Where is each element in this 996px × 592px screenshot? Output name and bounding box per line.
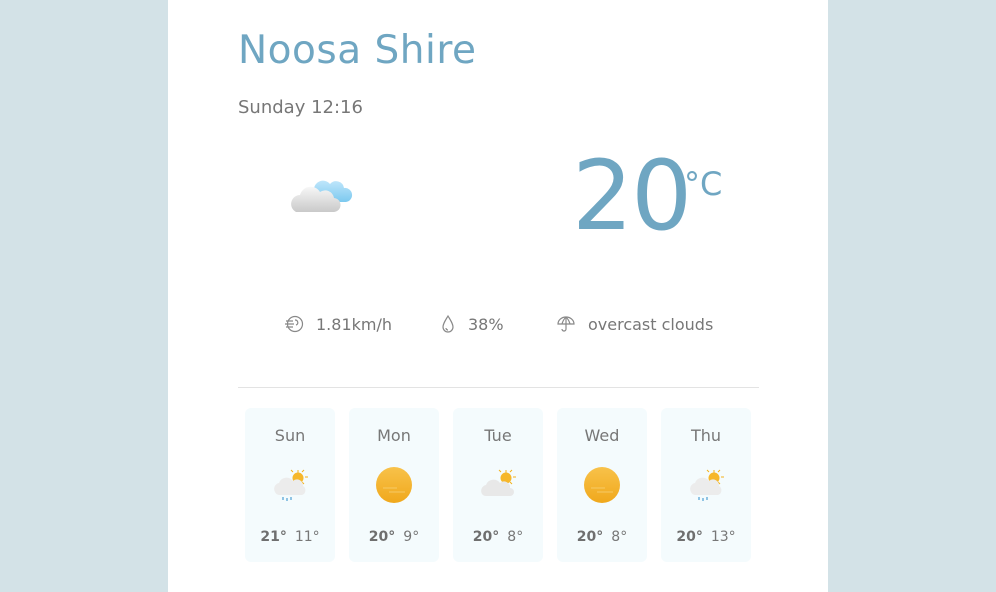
temperature-unit: °C (684, 165, 723, 203)
forecast-day-mon[interactable]: Mon 20° 9° (349, 408, 439, 562)
forecast-low: 8° (611, 529, 628, 545)
humidity-value: 38% (468, 314, 504, 334)
forecast-day-wed[interactable]: Wed 20° 8° (557, 408, 647, 562)
overcast-clouds-icon (291, 180, 353, 213)
forecast-low: 11° (294, 529, 320, 545)
forecast-day-name: Mon (377, 426, 411, 445)
humidity-stat: 38% (440, 314, 504, 334)
wind-value: 1.81km/h (316, 314, 393, 334)
forecast-temps: 20° 8° (453, 529, 543, 545)
forecast-day-tue[interactable]: Tue 20° 8° (453, 408, 543, 562)
forecast-low: 8° (507, 529, 524, 545)
forecast-high: 20° (676, 529, 703, 545)
city-name: Noosa Shire (238, 28, 477, 73)
sun-icon (376, 467, 412, 503)
forecast-low: 13° (710, 529, 736, 545)
forecast-high: 21° (260, 529, 287, 545)
forecast-day-name: Wed (584, 426, 620, 445)
wind-stat: 1.81km/h (284, 314, 392, 334)
sun-cloud-icon (481, 469, 516, 496)
divider (238, 387, 759, 388)
weather-card: Noosa Shire Sunday 12:16 20 °C 1.81km/h (168, 0, 828, 592)
forecast-low: 9° (403, 529, 420, 545)
forecast-day-name: Tue (484, 426, 512, 445)
forecast-day-thu[interactable]: Thu 20° 13° (661, 408, 751, 562)
description-stat: overcast clouds (556, 314, 713, 334)
forecast-temps: 20° 13° (661, 529, 751, 545)
sun-cloud-rain-icon (274, 469, 308, 501)
weather-description: overcast clouds (588, 314, 714, 334)
forecast-high: 20° (576, 529, 604, 545)
forecast-high: 20° (368, 529, 396, 545)
current-stats: 1.81km/h 38% overcast clouds (168, 314, 828, 342)
forecast-day-name: Thu (690, 426, 722, 445)
forecast-day-name: Sun (274, 426, 306, 445)
forecast-day-sun[interactable]: Sun 21° 11° (245, 408, 335, 562)
water-drop-icon (442, 314, 454, 333)
forecast-temps: 20° 8° (557, 529, 647, 545)
forecast-high: 20° (472, 529, 500, 545)
sun-icon (584, 467, 620, 503)
forecast-temps: 20° 9° (349, 529, 439, 545)
umbrella-icon (557, 316, 575, 332)
sun-cloud-rain-icon (690, 469, 724, 501)
forecast-temps: 21° 11° (245, 529, 335, 545)
current-temperature: 20 (572, 140, 692, 252)
wind-icon (285, 315, 304, 333)
date-time: Sunday 12:16 (238, 97, 363, 118)
